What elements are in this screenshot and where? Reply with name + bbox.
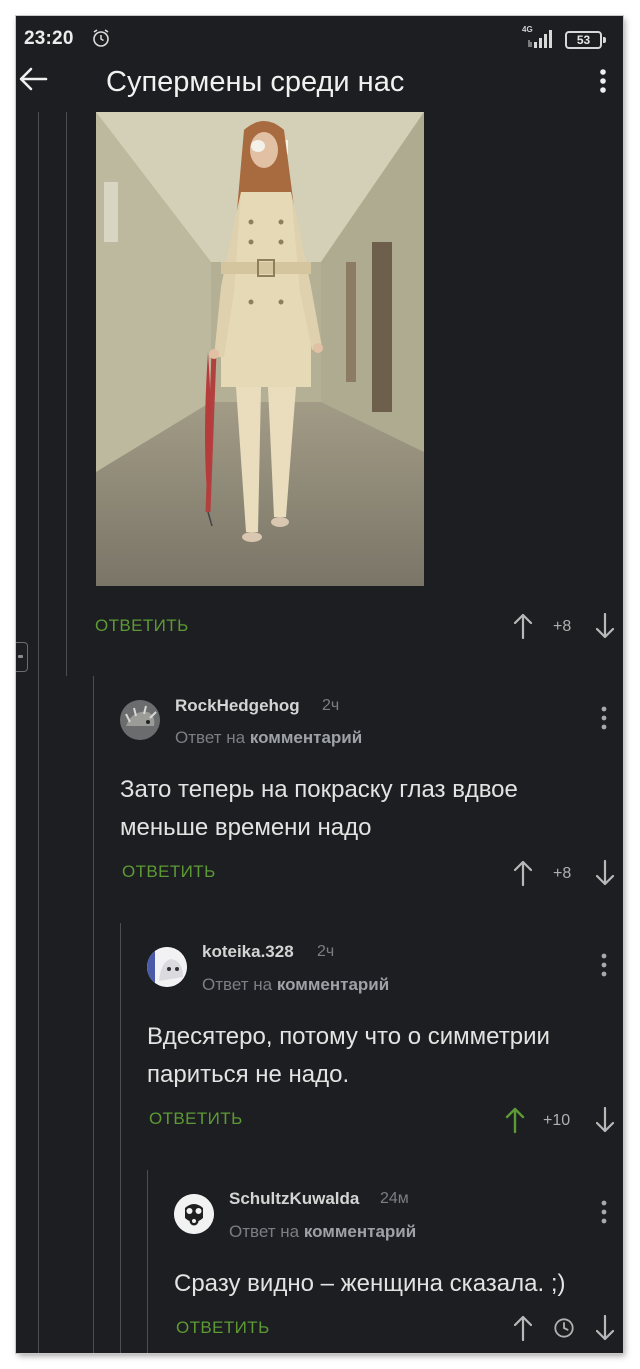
comment-time: 2ч	[317, 943, 335, 960]
hedgehog-avatar-image	[120, 700, 160, 740]
avatar[interactable]	[174, 1194, 214, 1234]
comment-text: Вдесятеро, потому что о симметрии парить…	[147, 1023, 550, 1088]
comment-text: Сразу видно – женщина сказала. ;)	[174, 1270, 566, 1297]
comment-reply-to: Ответ на комментарий	[202, 975, 389, 995]
vote-count: +10	[543, 1112, 571, 1129]
downvote-icon[interactable]	[595, 859, 615, 887]
avatar[interactable]	[120, 700, 160, 740]
cat-avatar-image	[147, 947, 187, 987]
comment-time: 24м	[380, 1190, 409, 1207]
upvote-icon-active[interactable]	[505, 1106, 525, 1134]
comment-text: Зато теперь на покраску глаз вдвое меньш…	[120, 776, 518, 841]
thread-line	[147, 1170, 148, 1353]
comment-reply-button[interactable]: ОТВЕТИТЬ	[149, 1109, 243, 1129]
comment-reply-to: Ответ на комментарий	[229, 1222, 416, 1242]
gas-mask-avatar-image	[174, 1194, 214, 1234]
comment-more-icon[interactable]	[600, 952, 608, 978]
downvote-icon[interactable]	[595, 1106, 615, 1134]
comment-username[interactable]: SchultzKuwalda	[229, 1189, 359, 1209]
battery-level: 53	[576, 33, 591, 47]
thread-line	[120, 923, 121, 1353]
collapse-thread-tab[interactable]	[16, 642, 28, 672]
comment-vote-block: +8	[513, 859, 623, 889]
arrow-left-icon[interactable]	[18, 66, 48, 92]
comment-more-icon[interactable]	[600, 705, 608, 731]
comment-time: 2ч	[322, 697, 340, 714]
battery-cap	[603, 37, 606, 43]
post-vote-block: +8	[513, 612, 623, 642]
thread-line	[93, 676, 94, 1353]
vote-count: +8	[553, 618, 572, 635]
comment-vote-block: +10	[505, 1106, 623, 1136]
downvote-icon[interactable]	[595, 612, 615, 640]
comment-username[interactable]: RockHedgehog	[175, 696, 300, 716]
comment-more-icon[interactable]	[600, 1199, 608, 1225]
comment-vote-block	[513, 1314, 623, 1344]
clock-icon	[554, 1318, 574, 1338]
comment-reply-button[interactable]: ОТВЕТИТЬ	[122, 862, 216, 882]
app-header: Супермены среди нас	[16, 46, 623, 112]
post-reply-button[interactable]: ОТВЕТИТЬ	[95, 616, 189, 636]
app-screen: 23:20 4G 53 Супермены среди нас ОТВЕТИТЬ…	[16, 16, 623, 1353]
reply-target-link[interactable]: комментарий	[277, 975, 389, 994]
reply-target-link[interactable]: комментарий	[250, 728, 362, 747]
thread-line	[38, 112, 39, 1353]
upvote-icon[interactable]	[513, 859, 533, 887]
vote-count: +8	[553, 865, 572, 882]
alarm-icon	[93, 29, 109, 47]
more-vertical-icon[interactable]	[598, 68, 608, 94]
comment-username[interactable]: koteika.328	[202, 942, 294, 962]
upvote-icon[interactable]	[513, 1314, 533, 1342]
reply-prefix: Ответ на	[175, 728, 246, 747]
downvote-icon[interactable]	[595, 1314, 615, 1342]
reply-target-link[interactable]: комментарий	[304, 1222, 416, 1241]
thread-line	[66, 112, 67, 676]
avatar[interactable]	[147, 947, 187, 987]
comment-reply-button[interactable]: ОТВЕТИТЬ	[176, 1318, 270, 1338]
post-image[interactable]	[96, 112, 424, 586]
comment-reply-to: Ответ на комментарий	[175, 728, 362, 748]
upvote-icon[interactable]	[513, 612, 533, 640]
reply-prefix: Ответ на	[229, 1222, 300, 1241]
reply-prefix: Ответ на	[202, 975, 273, 994]
page-title: Супермены среди нас	[106, 66, 405, 98]
